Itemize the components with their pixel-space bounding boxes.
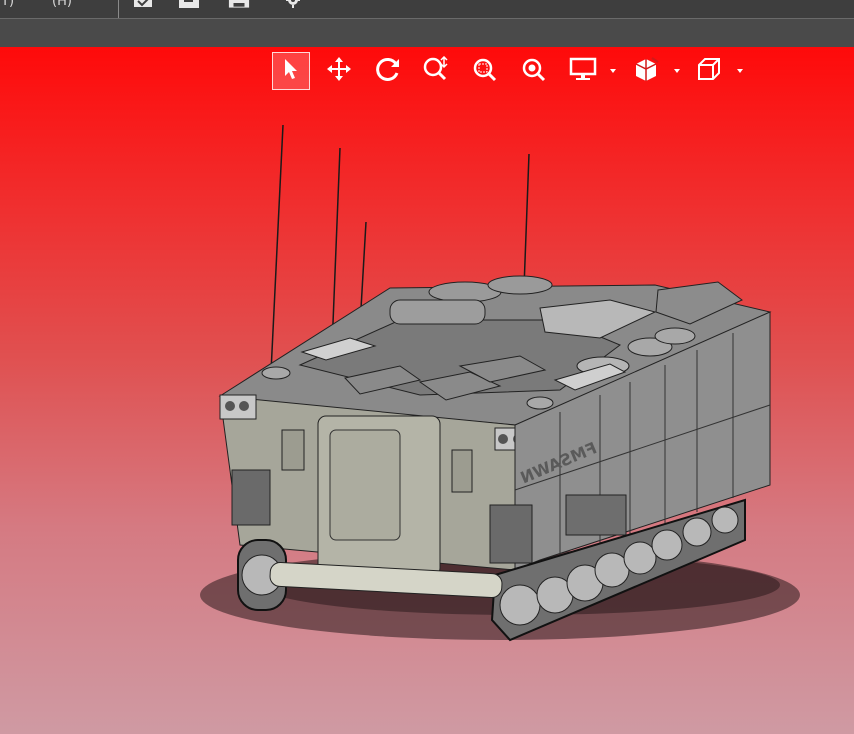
view-orientation-button[interactable] xyxy=(690,52,728,90)
select-button[interactable] xyxy=(272,52,310,90)
print-icon[interactable] xyxy=(228,0,250,10)
armored-vehicle-model[interactable]: FMSAWN xyxy=(0,47,854,734)
menu-item-tools[interactable]: (T) xyxy=(0,0,14,9)
pan-button[interactable] xyxy=(320,52,358,90)
zoom-fit-icon xyxy=(520,56,548,86)
view-orientation-cube-icon xyxy=(695,56,723,86)
zoom-window-icon xyxy=(471,56,499,86)
menu-item-help[interactable]: (H) xyxy=(52,0,72,9)
zoom-fit-button[interactable] xyxy=(515,52,553,90)
display-mode-button[interactable] xyxy=(564,52,602,90)
ribbon-strip xyxy=(0,19,854,47)
zoom-dynamic-button[interactable] xyxy=(417,52,455,90)
zoom-window-button[interactable] xyxy=(466,52,504,90)
zoom-dynamic-icon xyxy=(422,55,450,86)
menu-bar: (T) (H) xyxy=(0,0,854,19)
pan-move-icon xyxy=(326,56,352,86)
menu-separator xyxy=(118,0,119,18)
section-view-icon xyxy=(632,56,660,86)
display-mode-icon xyxy=(569,57,597,85)
save-icon[interactable] xyxy=(178,0,200,10)
display-mode-dropdown-icon[interactable] xyxy=(609,68,617,74)
view-orientation-dropdown-icon[interactable] xyxy=(736,68,744,74)
section-view-dropdown-icon[interactable] xyxy=(673,68,681,74)
rotate-button[interactable] xyxy=(369,52,407,90)
select-arrow-icon xyxy=(283,58,299,84)
open-icon[interactable] xyxy=(132,0,154,10)
section-view-button[interactable] xyxy=(627,52,665,90)
settings-gear-icon[interactable] xyxy=(282,0,304,10)
rotate-icon xyxy=(374,56,402,86)
